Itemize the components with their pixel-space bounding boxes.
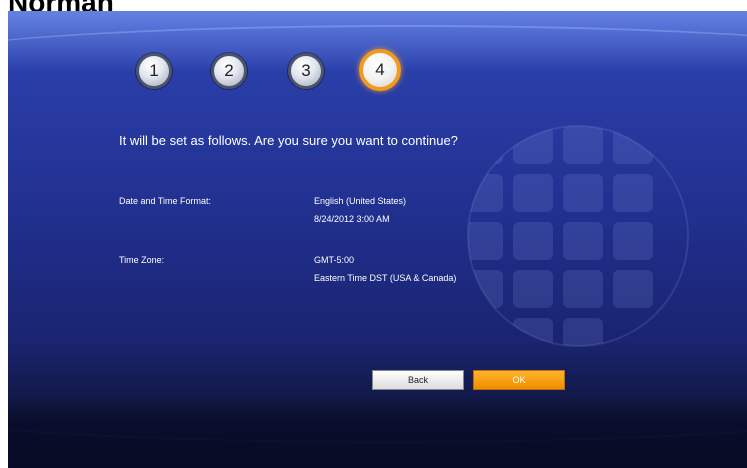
bottom-band [8,396,747,468]
time-zone-label: Time Zone: [119,255,165,265]
step-4-indicator-active: 4 [359,49,401,91]
globe-icon [467,125,689,347]
confirmation-question: It will be set as follows. Are you sure … [119,133,458,148]
date-time-example-value: 8/24/2012 3:00 AM [314,214,390,224]
step-3-indicator: 3 [288,53,324,89]
time-zone-offset-value: GMT-5:00 [314,255,355,265]
ok-button[interactable]: OK [473,370,565,390]
date-time-format-label: Date and Time Format: [119,196,212,206]
step-1-indicator: 1 [136,53,172,89]
time-zone-name-value: Eastern Time DST (USA & Canada) [314,273,457,283]
back-button[interactable]: Back [372,370,464,390]
setup-screen: 1 2 3 4 It will be set as follows. Are y… [8,11,747,468]
date-time-language-value: English (United States) [314,196,407,206]
step-2-indicator: 2 [211,53,247,89]
